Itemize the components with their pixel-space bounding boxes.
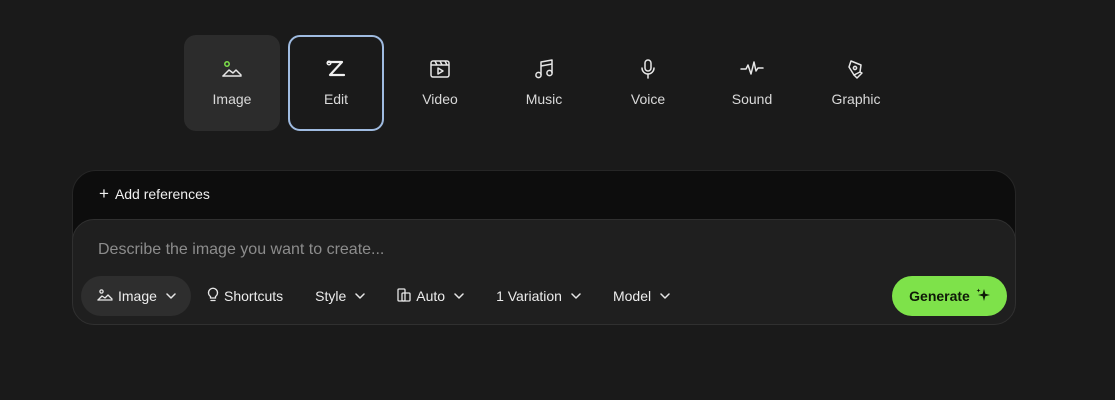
add-references-label: Add references: [114, 186, 210, 202]
model-label: Model: [612, 288, 652, 304]
sound-wave-icon: [740, 58, 764, 80]
aspect-label: Auto: [416, 288, 446, 304]
chevron-down-icon: [660, 293, 670, 299]
prompt-toolbar: Image Shortcuts Style Auto 1 Variation M…: [81, 276, 686, 316]
variations-dropdown[interactable]: 1 Variation: [480, 276, 597, 316]
chevron-down-icon: [571, 293, 581, 299]
edit-icon: [325, 58, 347, 80]
style-dropdown[interactable]: Style: [299, 276, 381, 316]
microphone-icon: [637, 58, 659, 80]
mode-label: Sound: [731, 91, 773, 107]
mode-sound[interactable]: Sound: [704, 35, 800, 131]
model-dropdown[interactable]: Model: [597, 276, 686, 316]
generate-button[interactable]: Generate: [892, 276, 1007, 316]
mode-label: Voice: [630, 91, 666, 107]
pen-nib-icon: [845, 58, 867, 80]
prompt-box: Image Shortcuts Style: [72, 219, 1016, 325]
mode-graphic[interactable]: Graphic: [808, 35, 904, 131]
aspect-ratio-icon: [397, 287, 411, 305]
chevron-down-icon: [355, 293, 366, 299]
video-icon: [429, 58, 451, 80]
variations-label: 1 Variation: [496, 288, 562, 304]
generate-label: Generate: [909, 288, 970, 304]
music-icon: [533, 58, 555, 80]
mode-edit[interactable]: Edit: [288, 35, 384, 131]
image-icon: [97, 288, 113, 305]
mode-selector: Image Edit Video Music Voice Sound Graph…: [184, 35, 904, 131]
prompt-panel: + Add references Image: [72, 170, 1016, 325]
mode-music[interactable]: Music: [496, 35, 592, 131]
type-dropdown[interactable]: Image: [81, 276, 191, 316]
mode-label: Graphic: [831, 91, 881, 107]
mode-label: Edit: [323, 91, 349, 107]
prompt-input[interactable]: [96, 238, 900, 262]
chevron-down-icon: [454, 293, 464, 299]
add-references-button[interactable]: + Add references: [99, 183, 210, 203]
sparkle-icon: [976, 288, 990, 305]
image-icon: [221, 58, 243, 80]
mode-voice[interactable]: Voice: [600, 35, 696, 131]
type-label: Image: [118, 288, 157, 304]
mode-label: Video: [422, 91, 458, 107]
plus-icon: +: [99, 183, 109, 203]
shortcuts-button[interactable]: Shortcuts: [191, 276, 299, 316]
chevron-down-icon: [166, 293, 176, 299]
mode-label: Music: [525, 91, 563, 107]
aspect-ratio-dropdown[interactable]: Auto: [381, 276, 480, 316]
mode-image[interactable]: Image: [184, 35, 280, 131]
style-label: Style: [315, 288, 347, 304]
lightbulb-icon: [207, 287, 219, 305]
mode-label: Image: [212, 91, 252, 107]
mode-video[interactable]: Video: [392, 35, 488, 131]
shortcuts-label: Shortcuts: [224, 288, 284, 304]
